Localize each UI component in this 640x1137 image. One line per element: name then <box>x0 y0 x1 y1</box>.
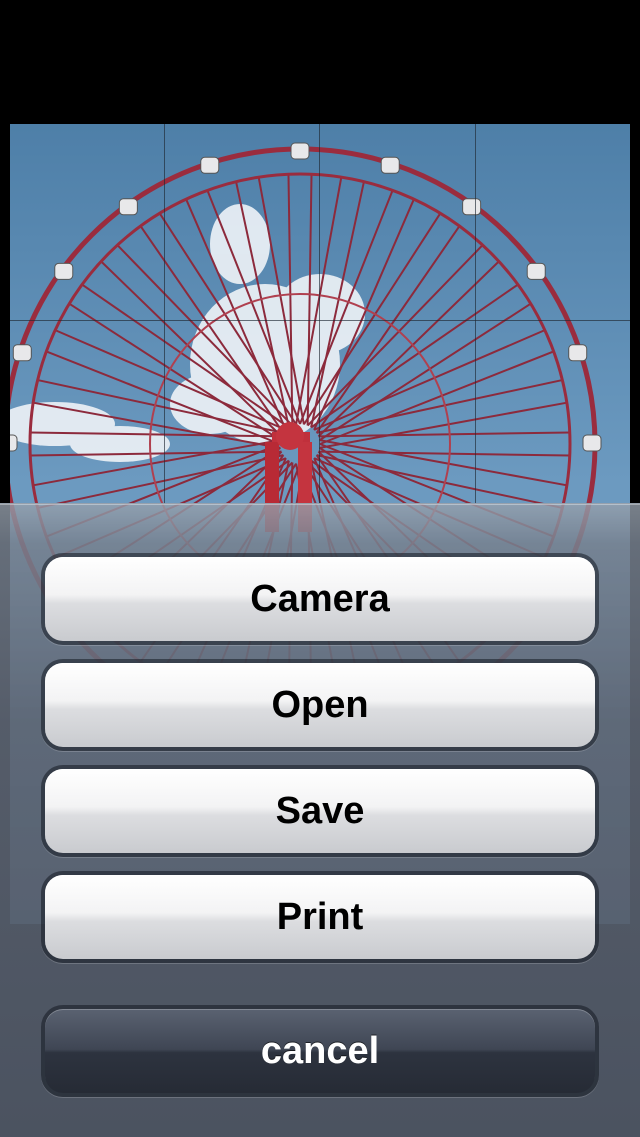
open-button[interactable]: Open <box>45 663 595 747</box>
gondola <box>568 344 588 362</box>
open-button-frame: Open <box>41 659 599 751</box>
print-button[interactable]: Print <box>45 875 595 959</box>
grid-line <box>10 320 630 321</box>
gondola <box>290 142 310 160</box>
cancel-button[interactable]: cancel <box>45 1009 595 1093</box>
gondola <box>462 198 482 216</box>
save-button[interactable]: Save <box>45 769 595 853</box>
top-bar <box>0 0 640 124</box>
gondola <box>118 198 138 216</box>
print-button-frame: Print <box>41 871 599 963</box>
camera-button-frame: Camera <box>41 553 599 645</box>
gondola <box>200 156 220 174</box>
grid-line <box>319 124 320 504</box>
grid-line <box>475 124 476 504</box>
gondola <box>12 344 32 362</box>
camera-button[interactable]: Camera <box>45 557 595 641</box>
gondola <box>380 156 400 174</box>
gondola <box>54 262 74 280</box>
action-sheet: Camera Open Save Print cancel <box>0 503 640 1137</box>
cancel-button-frame: cancel <box>41 1005 599 1097</box>
gondola <box>582 434 602 452</box>
grid-line <box>164 124 165 504</box>
wheel-spoke <box>318 450 570 457</box>
gondola <box>10 434 18 452</box>
gondola <box>526 262 546 280</box>
save-button-frame: Save <box>41 765 599 857</box>
wheel-spoke <box>318 431 570 438</box>
